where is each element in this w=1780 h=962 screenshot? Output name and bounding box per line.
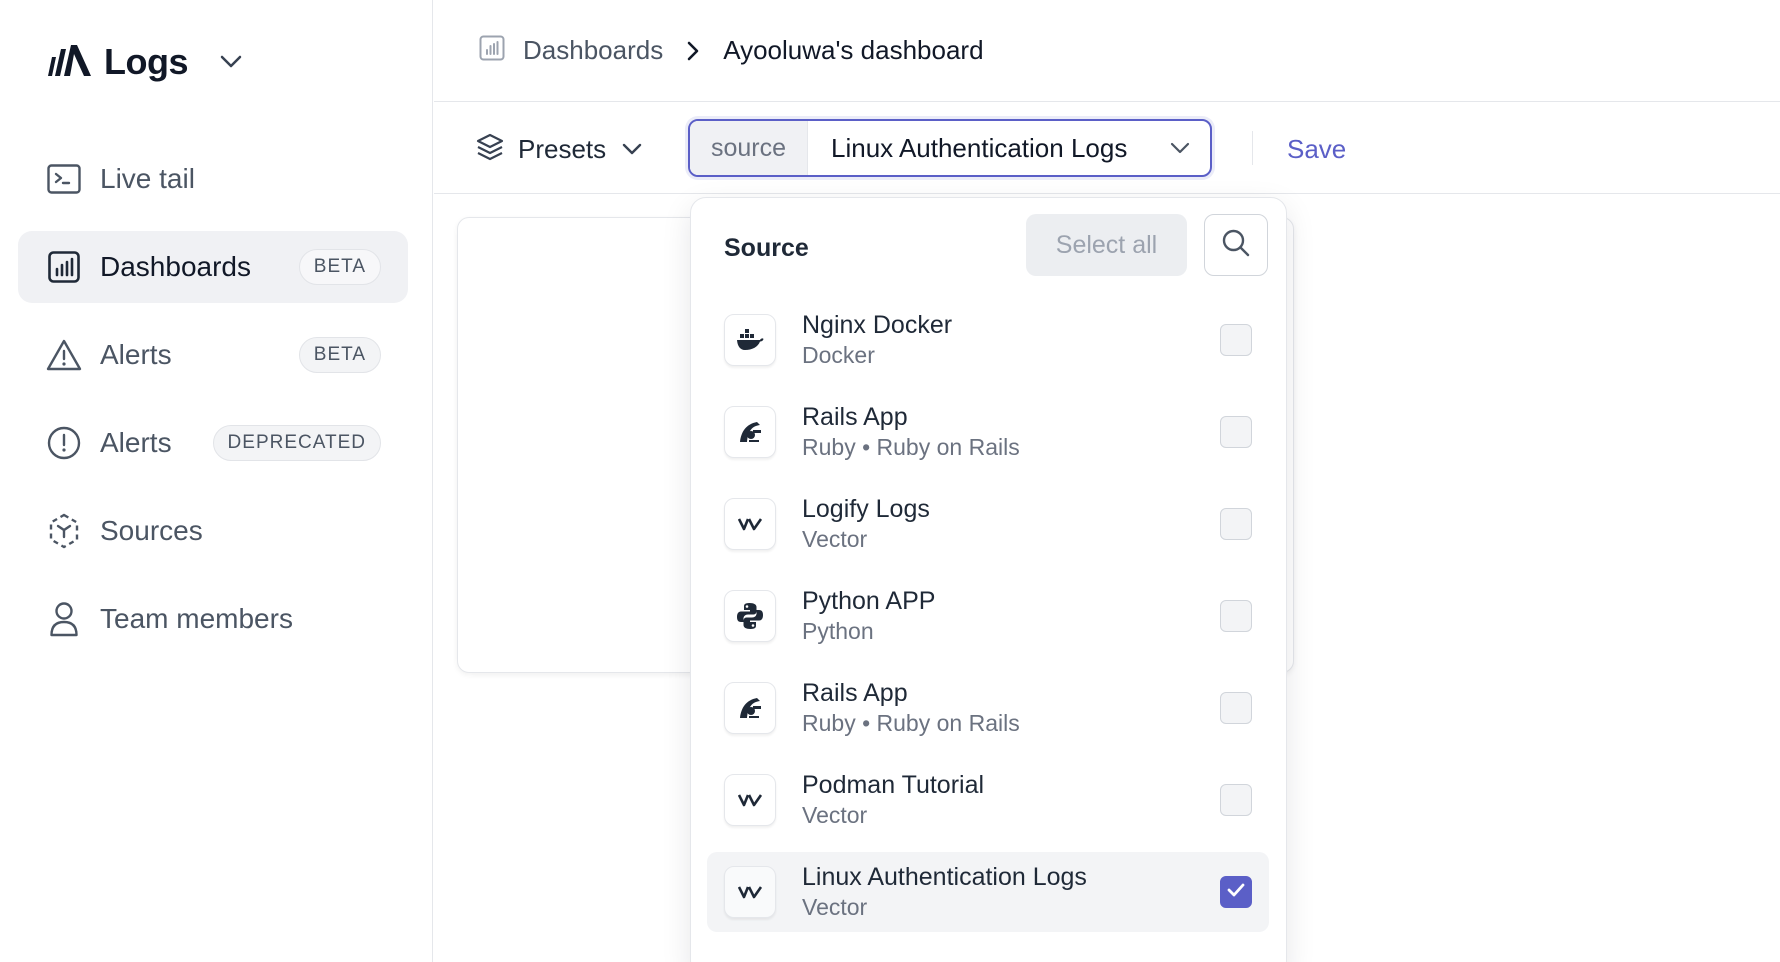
search-icon: [1221, 228, 1251, 263]
sidebar-item-live-tail[interactable]: Live tail: [18, 143, 408, 215]
sidebar-nav: Live tail Dashboards BETA Alerts BETA Al…: [18, 143, 408, 671]
source-name: Rails App: [802, 403, 908, 431]
source-option[interactable]: Nginx Docker Docker: [707, 300, 1269, 380]
chart-icon: [46, 249, 82, 285]
layers-icon: [476, 133, 504, 166]
sidebar-item-sources[interactable]: Sources: [18, 495, 408, 567]
vector-icon: [724, 866, 776, 918]
source-checkbox[interactable]: [1220, 692, 1252, 724]
page-title: Ayooluwa's dashboard: [723, 35, 984, 65]
python-icon: [724, 590, 776, 642]
sidebar-item-label: Alerts: [100, 427, 172, 458]
source-platform: Python: [802, 618, 874, 644]
source-list: Nginx Docker Docker Rails App Ruby • Rub…: [707, 300, 1269, 944]
beta-badge: BETA: [298, 249, 381, 285]
sidebar: Logs Live tail Dashboards BETA Alerts BE…: [0, 0, 433, 962]
presets-label: Presets: [518, 133, 607, 164]
source-name: Rails App: [802, 679, 908, 707]
checkmark-icon: [1227, 883, 1245, 902]
source-option[interactable]: Podman Tutorial Vector: [707, 760, 1269, 840]
sidebar-item-team-members[interactable]: Team members: [18, 583, 408, 655]
docker-icon: [724, 314, 776, 366]
source-platform: Ruby • Ruby on Rails: [802, 434, 1020, 460]
chevron-down-icon[interactable]: [220, 55, 242, 74]
alert-circle-icon: [46, 425, 82, 461]
vector-icon: [724, 774, 776, 826]
source-platform: Ruby • Ruby on Rails: [802, 710, 1020, 736]
source-option[interactable]: Logify Logs Vector: [707, 484, 1269, 564]
presets-dropdown[interactable]: Presets: [476, 129, 642, 169]
dashboard-icon: [479, 35, 505, 66]
sidebar-item-alerts[interactable]: Alerts BETA: [18, 319, 408, 391]
source-platform: Vector: [802, 802, 868, 828]
source-select-value: Linux Authentication Logs: [831, 132, 1128, 163]
sidebar-item-label: Sources: [100, 515, 203, 546]
source-select[interactable]: source Linux Authentication Logs: [688, 119, 1212, 177]
sidebar-item-label: Team members: [100, 603, 293, 634]
rails-icon: [724, 406, 776, 458]
select-all-button[interactable]: Select all: [1026, 214, 1187, 276]
breadcrumb-dashboards-link[interactable]: Dashboards: [523, 35, 663, 66]
source-platform: Vector: [802, 894, 868, 920]
source-checkbox[interactable]: [1220, 784, 1252, 816]
search-button[interactable]: [1204, 214, 1268, 276]
source-option[interactable]: Rails App Ruby • Ruby on Rails: [707, 668, 1269, 748]
source-option[interactable]: Python APP Python: [707, 576, 1269, 656]
source-checkbox[interactable]: [1220, 600, 1252, 632]
chevron-down-icon: [1170, 121, 1190, 175]
chevron-right-icon: [687, 41, 699, 61]
user-icon: [46, 601, 82, 637]
source-checkbox[interactable]: [1220, 416, 1252, 448]
vector-icon: [724, 498, 776, 550]
source-name: Linux Authentication Logs: [802, 863, 1087, 891]
deprecated-badge: DEPRECATED: [212, 425, 381, 461]
source-name: Nginx Docker: [802, 311, 953, 339]
toolbar-divider: [1252, 131, 1253, 165]
breadcrumb: Dashboards Ayooluwa's dashboard: [434, 0, 1780, 102]
terminal-icon: [46, 161, 82, 197]
source-platform: Vector: [802, 526, 868, 552]
source-platform: Docker: [802, 342, 875, 368]
source-option[interactable]: Rails App Ruby • Ruby on Rails: [707, 392, 1269, 472]
source-checkbox[interactable]: [1220, 324, 1252, 356]
source-option-selected[interactable]: Linux Authentication Logs Vector: [707, 852, 1269, 932]
source-name: Logify Logs: [802, 495, 930, 523]
app-title: Logs: [104, 41, 189, 82]
source-dropdown-menu: Source Select all Nginx Docker Docker Ra…: [690, 197, 1287, 962]
source-checkbox[interactable]: [1220, 508, 1252, 540]
beta-badge: BETA: [298, 337, 381, 373]
save-button[interactable]: Save: [1287, 131, 1346, 167]
source-name: Podman Tutorial: [802, 771, 985, 799]
sidebar-item-dashboards[interactable]: Dashboards BETA: [18, 231, 408, 303]
chevron-down-icon: [622, 143, 642, 155]
sources-icon: [46, 513, 82, 549]
source-name: Python APP: [802, 587, 936, 615]
dashboard-toolbar: Presets source Linux Authentication Logs…: [434, 103, 1780, 194]
logo-icon: [46, 43, 92, 82]
source-checkbox-checked[interactable]: [1220, 876, 1252, 908]
sidebar-item-label: Dashboards: [100, 251, 251, 282]
sidebar-item-alerts-deprecated[interactable]: Alerts DEPRECATED: [18, 407, 408, 479]
source-filter-tag: source: [690, 121, 808, 175]
warning-icon: [46, 337, 82, 373]
dropdown-title: Source: [724, 234, 809, 262]
sidebar-item-label: Live tail: [100, 163, 195, 194]
team-switcher[interactable]: Logs: [46, 40, 242, 84]
rails-icon: [724, 682, 776, 734]
sidebar-item-label: Alerts: [100, 339, 172, 370]
